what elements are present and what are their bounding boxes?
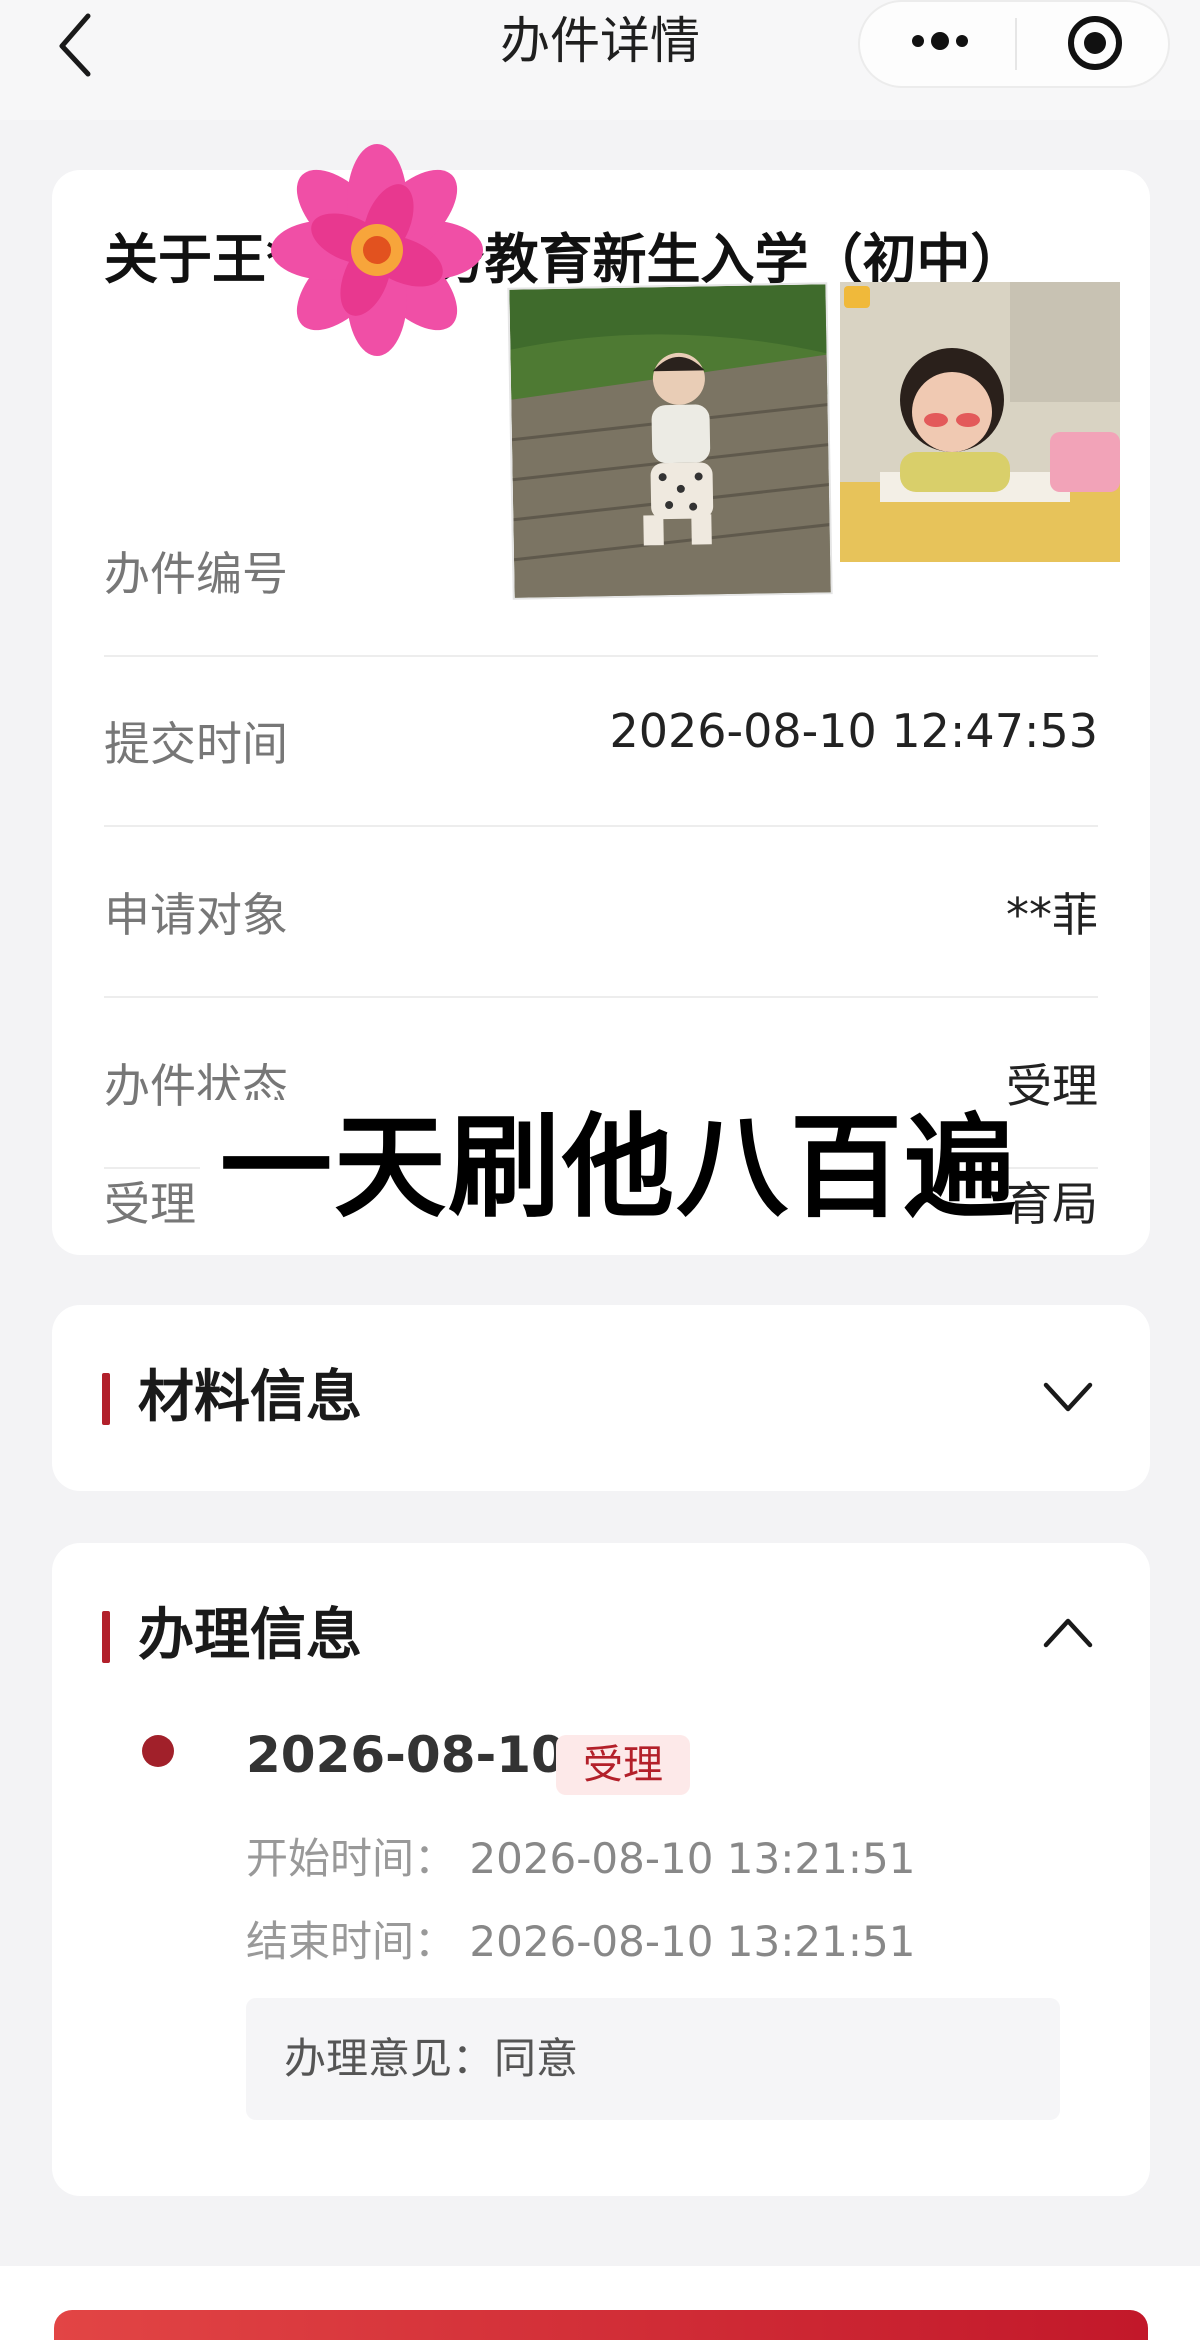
- meme-caption: 一天刷他八百遍: [220, 1103, 1018, 1233]
- mini-program-capsule: [858, 0, 1170, 88]
- start-time-label: 开始时间：: [246, 1834, 457, 1883]
- status-badge: 受理: [556, 1735, 690, 1795]
- top-nav-bar: 办件详情: [0, 0, 1200, 120]
- end-time-line: 结束时间： 2026-08-10 13:21:51: [246, 1908, 915, 1969]
- field-value: 育局: [1006, 1177, 1098, 1231]
- timeline-dot: [142, 1735, 174, 1767]
- crying-girl-photo: [840, 282, 1120, 562]
- opinion-text: 办理意见：同意: [284, 2034, 579, 2083]
- field-row-submit-time: 提交时间 2026-08-10 12:47:53: [104, 656, 1098, 827]
- field-label: 提交时间: [104, 716, 288, 771]
- field-value: **菲: [1006, 887, 1098, 942]
- chevron-down-icon[interactable]: [1038, 1367, 1098, 1427]
- field-label: 办件编号: [104, 546, 288, 601]
- field-row-applicant: 申请对象 **菲: [104, 827, 1098, 998]
- field-label: 受理: [104, 1177, 196, 1231]
- section-title: 办理信息: [138, 1603, 362, 1668]
- capsule-divider: [1015, 18, 1017, 70]
- end-time-value: 2026-08-10 13:21:51: [469, 1917, 916, 1966]
- flower-sticker: [271, 144, 483, 356]
- timeline-date: 2026-08-10: [246, 1726, 566, 1784]
- end-time-label: 结束时间：: [246, 1917, 457, 1966]
- field-value: 受理: [1006, 1058, 1098, 1113]
- target-icon: [1068, 16, 1122, 70]
- chevron-up-icon[interactable]: [1038, 1603, 1098, 1663]
- more-button[interactable]: [900, 16, 980, 66]
- ellipsis-icon: [912, 32, 968, 50]
- section-title: 材料信息: [138, 1365, 362, 1430]
- bottom-action-bar: [0, 2266, 1200, 2340]
- materials-section[interactable]: 材料信息: [52, 1305, 1150, 1491]
- toddler-walking-photo: [507, 282, 833, 600]
- primary-action-button[interactable]: [54, 2310, 1148, 2340]
- process-section: 办理信息 2026-08-10 受理 开始时间： 2026-08-10 13:2…: [52, 1543, 1150, 2196]
- opinion-box: 办理意见：同意: [246, 1998, 1060, 2120]
- section-accent-bar: [102, 1373, 110, 1425]
- section-accent-bar: [102, 1611, 110, 1663]
- field-value: 2026-08-10 12:47:53: [609, 703, 1098, 758]
- close-miniprogram-button[interactable]: [1060, 8, 1130, 78]
- start-time-line: 开始时间： 2026-08-10 13:21:51: [246, 1825, 915, 1886]
- start-time-value: 2026-08-10 13:21:51: [469, 1834, 916, 1883]
- field-label: 申请对象: [104, 887, 288, 942]
